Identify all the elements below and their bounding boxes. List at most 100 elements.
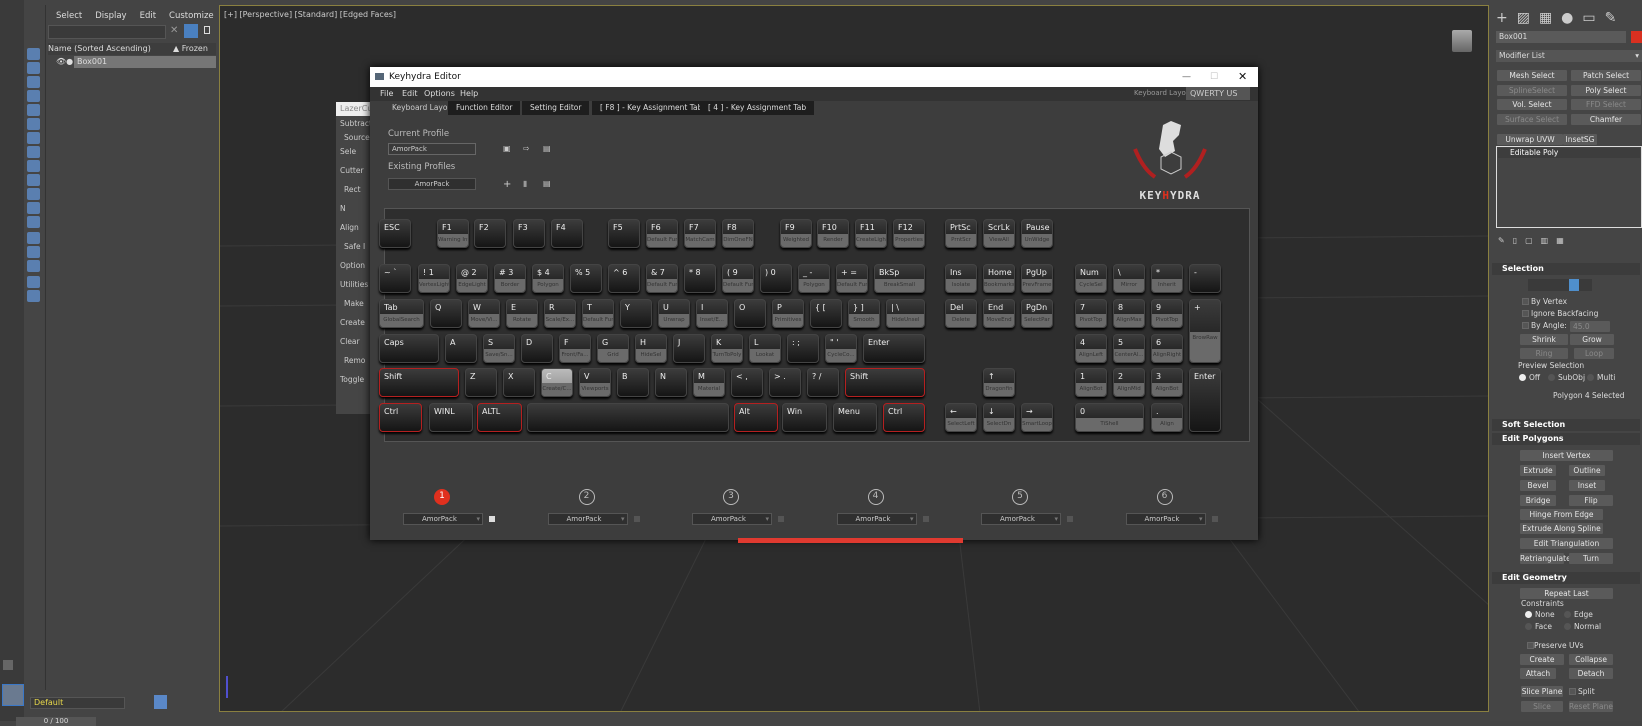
key-l[interactable]: L Lookat — [749, 334, 781, 363]
col-frozen[interactable]: ▲ Frozen — [173, 44, 208, 53]
key->-.[interactable]: > . — [769, 368, 801, 397]
key-pgup[interactable]: PgUp PrevFrame — [1021, 264, 1053, 293]
stack-tools[interactable]: ✎▯▢▥▦ — [1498, 236, 1572, 245]
explorer-tool-icon[interactable] — [27, 232, 40, 244]
detach-button[interactable]: Detach — [1569, 668, 1613, 679]
key-c[interactable]: C Create/C... — [541, 368, 573, 397]
unwrap-uvw-button[interactable]: Unwrap UVW — [1497, 134, 1563, 145]
viewport-label[interactable]: [+] [Perspective] [Standard] [Edged Face… — [224, 10, 396, 19]
minimize-button[interactable]: — — [1182, 67, 1191, 87]
key-~-`[interactable]: ~ ` — [379, 264, 411, 293]
key-s[interactable]: S Save/Sn... — [483, 334, 515, 363]
key-f1[interactable]: F1 Warning Interface — [437, 219, 469, 248]
soft-selection-rollout-header[interactable]: Soft Selection — [1492, 419, 1640, 431]
key-9[interactable]: 9 PivotTop — [1151, 299, 1183, 328]
shrink-button[interactable]: Shrink — [1520, 334, 1568, 345]
explorer-tool-icon[interactable] — [27, 48, 40, 60]
key-k[interactable]: K TurnToPoly — [711, 334, 743, 363]
key-n[interactable]: N — [655, 368, 687, 397]
ignore-backfacing-checkbox[interactable] — [1522, 310, 1529, 317]
slot-profile-dropdown[interactable]: AmorPack ▾ — [403, 513, 483, 525]
lock-icon[interactable] — [204, 26, 210, 34]
key-↓[interactable]: ↓ SelectDn — [983, 403, 1015, 432]
key-t[interactable]: T Default Function — [582, 299, 614, 328]
key-f3[interactable]: F3 — [513, 219, 545, 248]
ring-button[interactable]: Ring — [1520, 348, 1568, 359]
key-<-,[interactable]: < , — [731, 368, 763, 397]
key-h[interactable]: H HideSel — [635, 334, 667, 363]
key-ctrl[interactable]: Ctrl — [883, 403, 925, 432]
menu-edit[interactable]: Edit — [140, 11, 156, 21]
key-shift[interactable]: Shift — [379, 368, 459, 397]
slot-profile-dropdown[interactable]: AmorPack ▾ — [692, 513, 772, 525]
explorer-tool-icon[interactable] — [27, 90, 40, 102]
keyboard-layout-dropdown[interactable]: QWERTY US — [1186, 87, 1250, 100]
key-b[interactable]: B — [617, 368, 649, 397]
slot-number-5[interactable]: 5 — [1012, 489, 1028, 505]
panel-tabs[interactable]: +▨▦●▭✎ — [1496, 10, 1625, 26]
key-*-8[interactable]: * 8 — [684, 264, 716, 293]
collapse-button[interactable]: Collapse — [1569, 654, 1613, 665]
key-↑[interactable]: ↑ Dragonfin — [983, 368, 1015, 397]
col-name[interactable]: Name (Sorted Ascending) — [48, 44, 151, 53]
briefcase-icon[interactable]: ▤ — [543, 144, 551, 153]
tab-4-assignment[interactable]: [ 4 ] - Key Assignment Tab — [700, 101, 815, 115]
key-1[interactable]: 1 AlignBot — [1075, 368, 1107, 397]
slot-profile-dropdown[interactable]: AmorPack ▾ — [836, 513, 917, 525]
slice-plane-button[interactable]: Slice Plane — [1521, 686, 1563, 697]
tab-function-editor[interactable]: Function Editor — [448, 101, 521, 115]
filter-icon[interactable] — [184, 24, 198, 38]
menu-options[interactable]: Options — [424, 89, 455, 98]
slot-profile-dropdown[interactable]: AmorPack ▾ — [547, 513, 628, 525]
clear-search-icon[interactable]: ✕ — [170, 25, 178, 36]
slot-enabled-checkbox[interactable] — [633, 516, 640, 522]
modifier-button-poly-select[interactable]: Poly Select — [1571, 84, 1641, 96]
key-←[interactable]: ← SelectLeft — [945, 403, 977, 432]
polygon-mode-icon[interactable] — [1569, 279, 1579, 291]
key-m[interactable]: M Material — [693, 368, 725, 397]
key-#-3[interactable]: # 3 Border — [494, 264, 526, 293]
key-6[interactable]: 6 AlignRight — [1151, 334, 1183, 363]
key-alt[interactable]: Alt — [734, 403, 778, 432]
flip-button[interactable]: Flip — [1569, 495, 1613, 506]
preview-multi-radio[interactable] — [1587, 374, 1594, 381]
key-winl[interactable]: WINL — [429, 403, 473, 432]
repeat-last-button[interactable]: Repeat Last — [1520, 588, 1613, 599]
key-5[interactable]: 5 CenterAl... — [1113, 334, 1145, 363]
preserve-uvs-checkbox[interactable] — [1527, 642, 1534, 649]
key-r[interactable]: R Scale/Ex... — [544, 299, 576, 328]
key-f12[interactable]: F12 Properties — [893, 219, 925, 248]
save-icon[interactable]: ▣ — [503, 144, 511, 153]
turn-button[interactable]: Turn — [1569, 553, 1613, 564]
modifier-button-surface-select[interactable]: Surface Select — [1497, 113, 1567, 125]
key-pgdn[interactable]: PgDn SelectPar — [1021, 299, 1053, 328]
key-y[interactable]: Y — [620, 299, 652, 328]
key-→[interactable]: → SmartLoop — [1021, 403, 1053, 432]
insetsg-button[interactable]: InsetSG — [1563, 134, 1597, 145]
key-f4[interactable]: F4 — [551, 219, 583, 248]
constraint-none-radio[interactable] — [1525, 611, 1532, 618]
key-del[interactable]: Del Delete — [945, 299, 977, 328]
key-ctrl[interactable]: Ctrl — [379, 403, 422, 432]
menu-edit[interactable]: Edit — [402, 89, 418, 98]
outline-button[interactable]: Outline — [1569, 465, 1605, 476]
explorer-tool-icon[interactable] — [27, 160, 40, 172]
explorer-tool-icon[interactable] — [27, 276, 40, 288]
key-u[interactable]: U Unwrap — [658, 299, 690, 328]
key-f9[interactable]: F9 Weighted — [780, 219, 812, 248]
key-scrlk[interactable]: ScrLk ViewAll — [983, 219, 1015, 248]
by-angle-checkbox[interactable] — [1522, 322, 1529, 329]
slot-enabled-checkbox[interactable] — [1067, 516, 1073, 522]
expand-icon[interactable] — [3, 660, 13, 670]
selection-rollout-header[interactable]: Selection — [1492, 263, 1640, 275]
key-f2[interactable]: F2 — [474, 219, 506, 248]
key-^-6[interactable]: ^ 6 — [608, 264, 640, 293]
key-7[interactable]: 7 PivotTop — [1075, 299, 1107, 328]
create-button[interactable]: Create — [1520, 654, 1564, 665]
key-end[interactable]: End MoveEnd — [983, 299, 1015, 328]
key-*[interactable]: * Inherit — [1151, 264, 1183, 293]
key-3[interactable]: 3 AlignBot — [1151, 368, 1183, 397]
explorer-tool-icon[interactable] — [27, 202, 40, 214]
key-8[interactable]: 8 AlignMax — [1113, 299, 1145, 328]
key-?-/[interactable]: ? / — [807, 368, 839, 397]
